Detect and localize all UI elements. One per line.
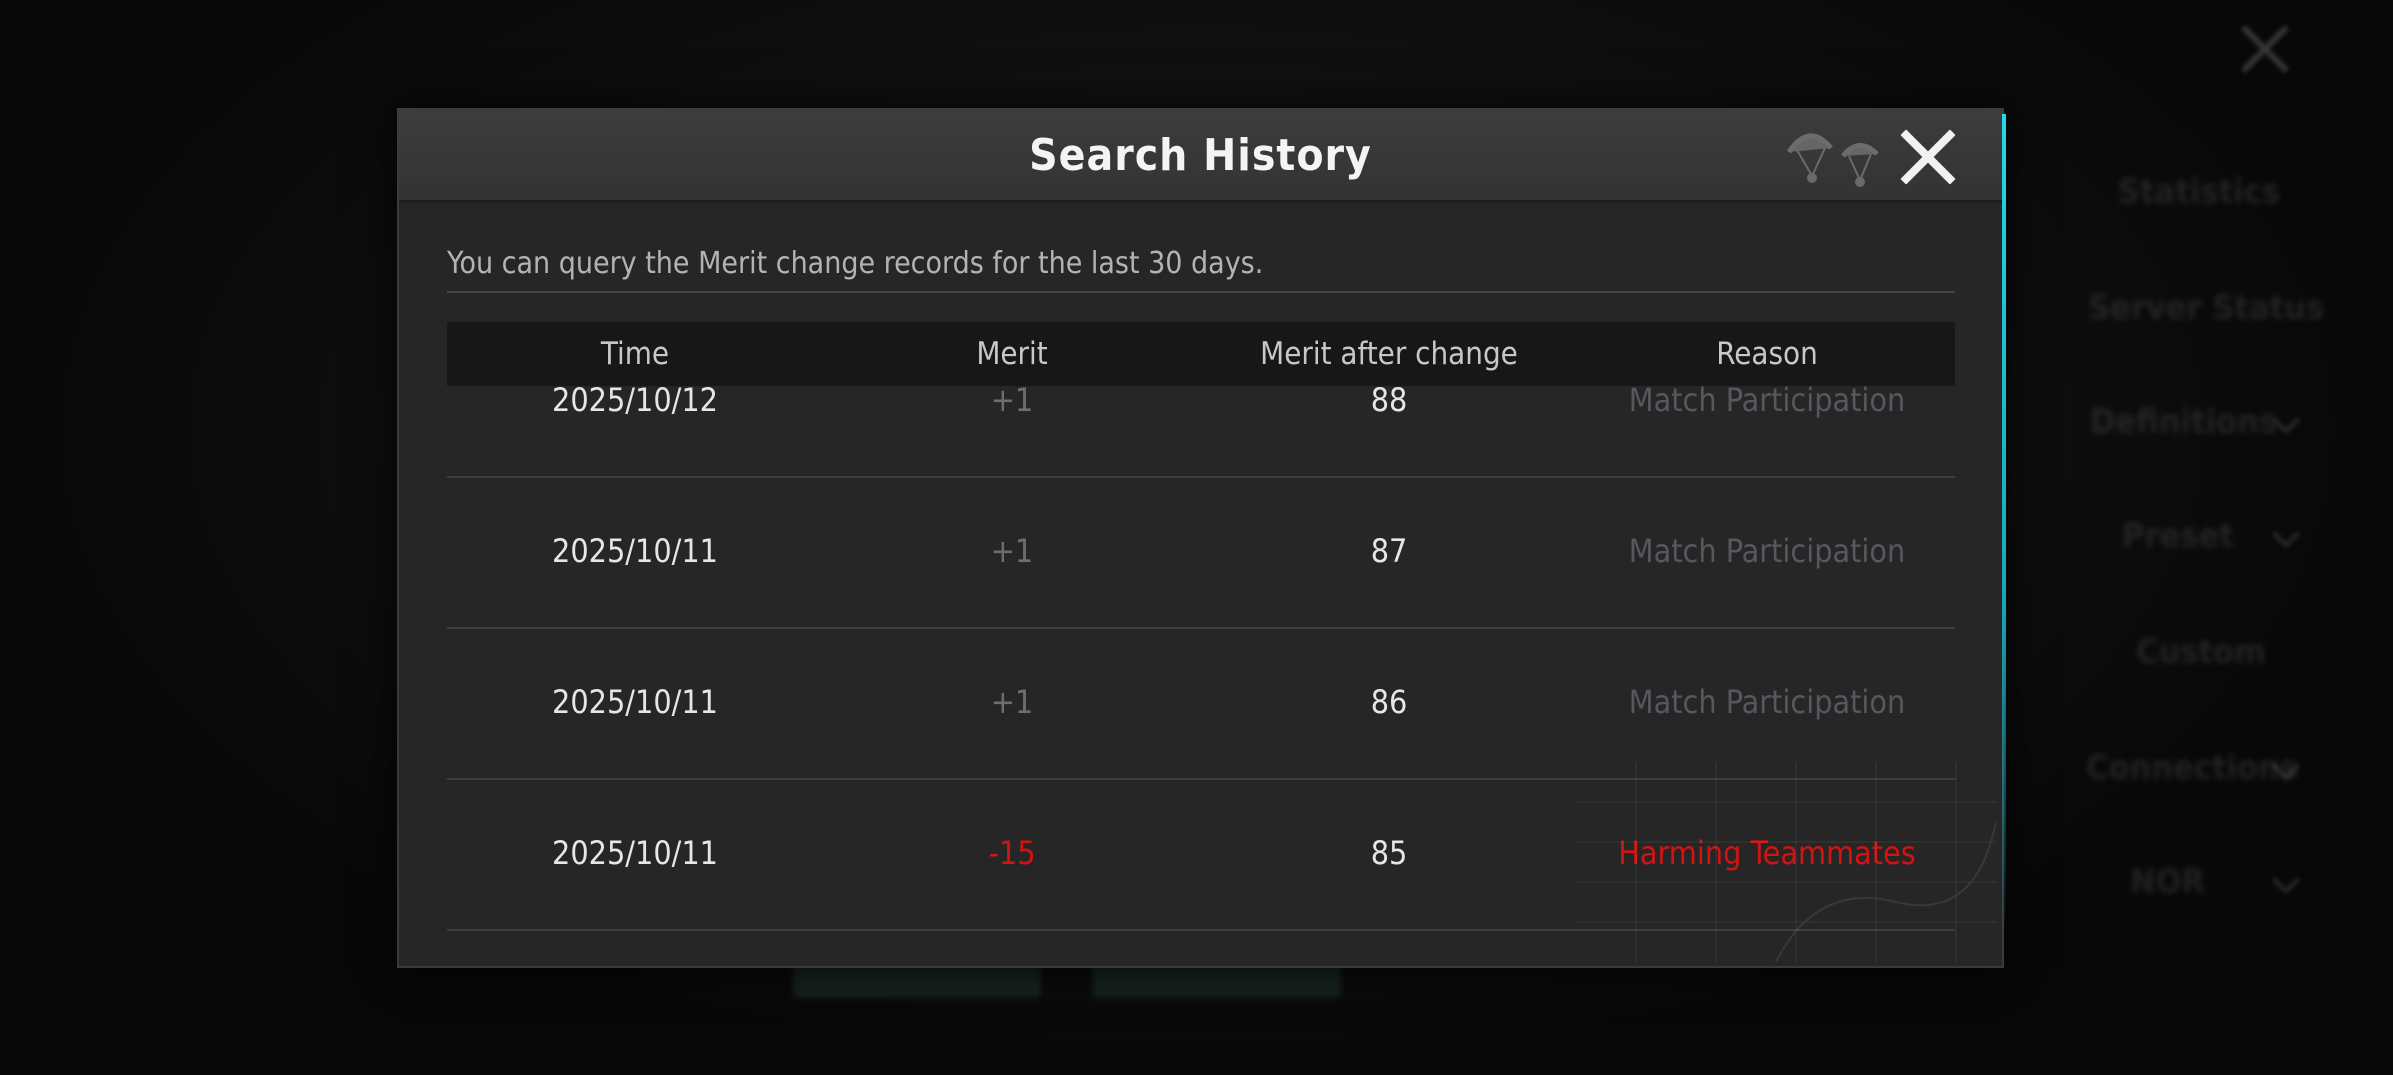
cell-time: 2025/10/11 — [552, 683, 718, 721]
bg-label-custom: Custom — [2136, 632, 2266, 672]
cell-time: 2025/10/11 — [552, 834, 718, 872]
map-grid-decoration — [1576, 762, 1996, 962]
bg-label-statistics: Statistics — [2118, 172, 2281, 212]
table-row: 2025/10/11 +1 87 Match Participation — [447, 477, 1955, 629]
bg-label-definitions: Definitions — [2090, 402, 2278, 442]
cell-merit: -15 — [988, 834, 1036, 872]
cell-time: 2025/10/11 — [552, 532, 718, 570]
cell-merit-after: 86 — [1370, 683, 1408, 721]
dialog-titlebar: Search History — [399, 110, 2002, 203]
bg-label-nor: NOR — [2130, 862, 2206, 902]
cell-reason: Match Participation — [1628, 683, 1906, 721]
cell-merit-after: 88 — [1370, 386, 1408, 419]
column-header-reason: Reason — [1716, 336, 1818, 372]
game-screen: Statistics Server Status Definitions Pre… — [0, 0, 2393, 1075]
dialog-title: Search History — [1029, 130, 1372, 181]
cell-time: 2025/10/12 — [552, 386, 718, 419]
bg-chevron-down-icon — [2271, 865, 2301, 895]
cell-merit: +1 — [990, 532, 1034, 570]
bg-label-server-status: Server Status — [2088, 288, 2325, 328]
cell-merit: +1 — [990, 386, 1034, 419]
cell-reason: Match Participation — [1628, 532, 1906, 570]
bg-chevron-down-icon — [2271, 519, 2301, 549]
dialog-subtitle: You can query the Merit change records f… — [447, 246, 1264, 281]
cell-merit: +1 — [990, 683, 1034, 721]
column-header-merit-after-change: Merit after change — [1260, 336, 1518, 372]
divider — [447, 291, 1955, 293]
column-header-time: Time — [600, 336, 670, 372]
table-header: Time Merit Merit after change Reason — [447, 322, 1955, 386]
table-row: 2025/10/12 +1 88 Match Participation — [447, 386, 1955, 478]
cell-reason: Match Participation — [1628, 386, 1906, 419]
cell-merit-after: 87 — [1370, 532, 1408, 570]
close-icon[interactable] — [1899, 128, 1957, 186]
bg-close-icon — [2238, 22, 2292, 76]
bg-label-preset: Preset — [2122, 516, 2234, 556]
search-history-dialog: Search History You can query the Merit c… — [397, 108, 2006, 968]
cell-merit-after: 85 — [1370, 834, 1408, 872]
table-row: 2025/10/11 +1 86 Match Participation — [447, 628, 1955, 780]
column-header-merit: Merit — [976, 336, 1048, 372]
bg-label-connections: Connections — [2086, 748, 2299, 788]
